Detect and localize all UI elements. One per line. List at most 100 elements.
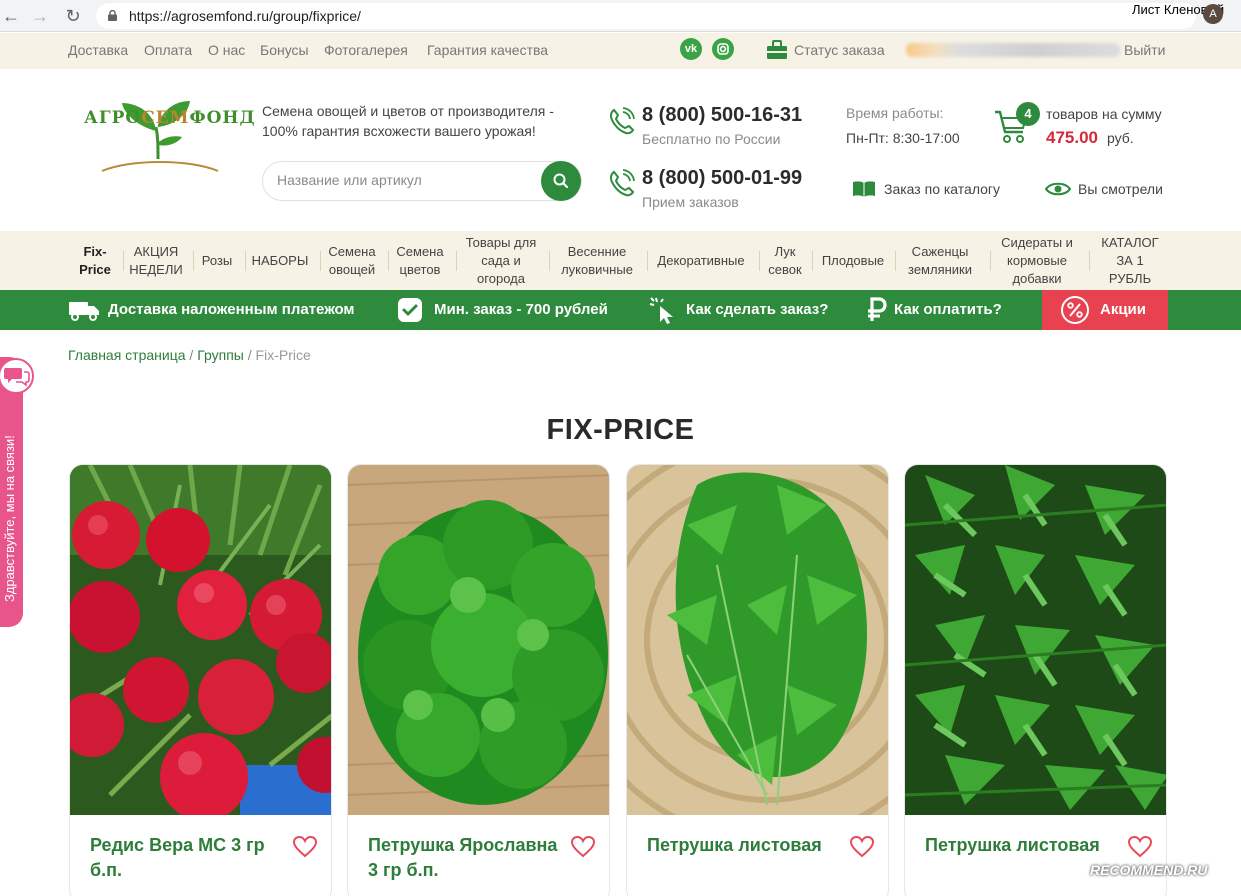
product-title[interactable]: Петрушка Ярославна 3 гр б.п.	[368, 833, 558, 883]
category-sets[interactable]: НАБОРЫ	[246, 231, 314, 290]
breadcrumb-home[interactable]: Главная страница	[68, 347, 186, 363]
address-bar[interactable]: https://agrosemfond.ru/group/fixprice/	[96, 3, 1196, 29]
phone-note-free: Бесплатно по России	[642, 131, 781, 147]
promo-button[interactable]: Акции	[1042, 290, 1168, 330]
reload-icon[interactable]: ↻	[62, 5, 84, 27]
category-onion-sets[interactable]: Лук севок	[760, 231, 810, 290]
chat-icon	[4, 368, 30, 387]
cart-count-badge: 4	[1016, 102, 1040, 126]
product-image-leaf-parsley-2[interactable]	[905, 465, 1167, 815]
logo-text: АГРОСЕМФОНД	[84, 108, 256, 128]
breadcrumb-separator: /	[247, 347, 252, 363]
product-title[interactable]: Редис Вера МС 3 гр б.п.	[90, 833, 280, 883]
nav-link-bonuses[interactable]: Бонусы	[260, 42, 309, 58]
category-decorative[interactable]: Декоративные	[648, 231, 754, 290]
page: ← → ↻ https://agrosemfond.ru/group/fixpr…	[0, 0, 1241, 896]
category-green-manure[interactable]: Сидераты и кормовые добавки	[991, 231, 1083, 290]
nav-link-quality[interactable]: Гарантия качества	[427, 42, 548, 58]
cart-currency: руб.	[1107, 130, 1134, 146]
phone-note-orders: Прием заказов	[642, 194, 739, 210]
search-input[interactable]	[277, 172, 537, 188]
instagram-icon[interactable]	[712, 38, 734, 60]
breadcrumb: Главная страница / Группы / Fix-Price	[68, 347, 311, 363]
category-label: КАТАЛОГ ЗА 1 РУБЛЬ	[1101, 234, 1159, 286]
avatar[interactable]: A	[1203, 4, 1223, 24]
benefit-how-to-pay[interactable]: Как оплатить?	[894, 301, 1002, 318]
category-label: Fix-Price	[79, 243, 111, 277]
category-strawberry-seedlings[interactable]: Саженцы земляники	[896, 231, 984, 290]
blurred-user-name	[906, 43, 1120, 57]
category-label: Весенние луковичные	[561, 243, 633, 277]
product-title[interactable]: Петрушка листовая	[925, 833, 1115, 858]
benefits-bar: Доставка наложенным платежом Мин. заказ …	[0, 290, 1241, 330]
order-status-link[interactable]: Статус заказа	[794, 42, 885, 58]
category-fix-price[interactable]: Fix-Price	[68, 231, 122, 290]
product-card[interactable]: Петрушка листовая	[904, 464, 1167, 896]
benefit-delivery[interactable]: Доставка наложенным платежом	[108, 301, 355, 318]
product-image-radish[interactable]	[70, 465, 332, 815]
page-title: FIX-PRICE	[546, 414, 695, 446]
search-box	[262, 161, 582, 201]
category-roses[interactable]: Розы	[194, 231, 240, 290]
promo-label: Акции	[1100, 301, 1147, 318]
category-label: Сидераты и кормовые добавки	[1001, 234, 1073, 286]
category-fruit[interactable]: Плодовые	[813, 231, 893, 290]
logout-link[interactable]: Выйти	[1124, 42, 1165, 58]
benefit-min-order[interactable]: Мин. заказ - 700 рублей	[434, 301, 608, 318]
logo-text-fond: ФОНД	[189, 108, 256, 128]
category-label: Розы	[201, 252, 233, 268]
search-button[interactable]	[541, 161, 581, 201]
category-label: Семена овощей	[328, 243, 376, 277]
forward-icon[interactable]: →	[29, 5, 51, 27]
cart-text[interactable]: товаров на сумму	[1046, 106, 1162, 122]
category-vegetable-seeds[interactable]: Семена овощей	[321, 231, 383, 290]
category-label: Семена цветов	[396, 243, 444, 277]
viewed-link[interactable]: Вы смотрели	[1078, 181, 1163, 197]
category-label: Плодовые	[821, 252, 885, 268]
nav-link-payment[interactable]: Оплата	[144, 42, 192, 58]
search-icon	[553, 173, 569, 189]
back-icon[interactable]: ←	[0, 5, 22, 27]
checkbox-icon	[398, 298, 422, 322]
category-label: Лук севок	[768, 243, 802, 277]
heart-icon[interactable]	[293, 836, 317, 858]
catalog-order-link[interactable]: Заказ по каталогу	[884, 181, 1000, 197]
product-image-leaf-parsley[interactable]	[627, 465, 889, 815]
nav-link-gallery[interactable]: Фотогалерея	[324, 42, 408, 58]
category-one-ruble-catalog[interactable]: КАТАЛОГ ЗА 1 РУБЛЬ	[1090, 231, 1170, 290]
phone-icon-2	[609, 169, 635, 197]
nav-link-about[interactable]: О нас	[208, 42, 245, 58]
product-image-curly-parsley[interactable]	[348, 465, 610, 815]
heart-icon[interactable]	[850, 836, 874, 858]
product-card[interactable]: Петрушка Ярославна 3 гр б.п.	[347, 464, 610, 896]
phone-number-orders[interactable]: 8 (800) 500-01-99	[642, 167, 802, 190]
category-flower-seeds[interactable]: Семена цветов	[389, 231, 451, 290]
product-card[interactable]: Редис Вера МС 3 гр б.п.	[69, 464, 332, 896]
category-week-promo[interactable]: АКЦИЯ НЕДЕЛИ	[124, 231, 188, 290]
nav-link-delivery[interactable]: Доставка	[68, 42, 128, 58]
phone-number-free[interactable]: 8 (800) 500-16-31	[642, 104, 802, 127]
heart-icon[interactable]	[571, 836, 595, 858]
watermark: RECOMMEND.RU	[1090, 862, 1208, 878]
benefit-how-to-order[interactable]: Как сделать заказ?	[686, 301, 828, 318]
phone-icon	[609, 107, 635, 135]
logo-text-agro: АГРО	[84, 108, 142, 128]
chat-bubble[interactable]	[0, 358, 34, 394]
breadcrumb-current: Fix-Price	[255, 347, 311, 363]
category-label: Декоративные	[657, 252, 745, 268]
category-label: Товары для сада и огорода	[465, 234, 537, 286]
percent-icon	[1061, 296, 1089, 324]
category-garden-goods[interactable]: Товары для сада и огорода	[457, 231, 545, 290]
product-title[interactable]: Петрушка листовая	[647, 833, 837, 858]
breadcrumb-groups[interactable]: Группы	[197, 347, 244, 363]
heart-icon[interactable]	[1128, 836, 1152, 858]
category-label: АКЦИЯ НЕДЕЛИ	[129, 243, 183, 277]
lock-icon	[108, 10, 117, 21]
vk-icon[interactable]: vk	[680, 38, 702, 60]
url-text: https://agrosemfond.ru/group/fixprice/	[129, 8, 361, 24]
eye-icon	[1044, 182, 1072, 196]
product-card[interactable]: Петрушка листовая	[626, 464, 889, 896]
book-icon	[853, 181, 875, 197]
category-spring-bulbs[interactable]: Весенние луковичные	[550, 231, 644, 290]
order-status-icon	[767, 40, 787, 59]
